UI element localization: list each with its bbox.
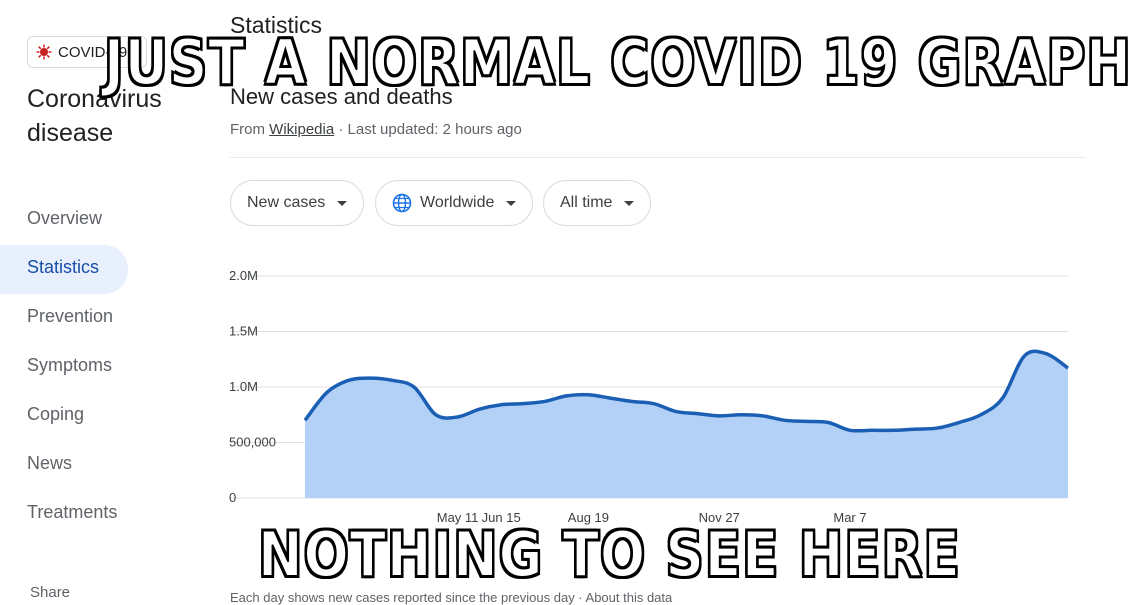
y-tick-label: 1.5M	[229, 324, 258, 339]
range-dropdown[interactable]: All time	[543, 180, 652, 226]
source-line: From Wikipedia · Last updated: 2 hours a…	[230, 121, 522, 138]
region-dropdown[interactable]: Worldwide	[375, 180, 534, 226]
footnote: Each day shows new cases reported since …	[230, 590, 673, 605]
sidebar-item-prevention[interactable]: Prevention	[0, 294, 200, 343]
meme-caption-bottom: NOTHING TO SEE HERE	[257, 517, 961, 592]
caret-down-icon	[624, 200, 635, 206]
range-dropdown-label: All time	[560, 194, 613, 211]
sidebar-nav: Overview Statistics Prevention Symptoms …	[0, 196, 200, 539]
y-tick-label: 2.0M	[229, 268, 258, 283]
sidebar-item-symptoms[interactable]: Symptoms	[0, 343, 200, 392]
meme-caption-top: JUST A NORMAL COVID 19 GRAPH	[103, 25, 1132, 100]
source-link[interactable]: Wikipedia	[269, 121, 334, 138]
cases-chart: 0500,0001.0M1.5M2.0MMay 11 Aug 19 Nov 27 Ma…	[229, 268, 1070, 525]
y-tick-label: 500,000	[229, 435, 276, 450]
globe-icon	[392, 193, 412, 213]
share-button[interactable]: Share	[30, 584, 70, 601]
virus-icon	[36, 44, 52, 60]
sidebar-item-news[interactable]: News	[0, 441, 200, 490]
divider	[230, 157, 1086, 158]
sidebar-item-treatments[interactable]: Treatments	[0, 490, 200, 539]
caret-down-icon	[337, 200, 348, 206]
sidebar-item-statistics[interactable]: Statistics	[0, 245, 128, 294]
region-dropdown-label: Worldwide	[420, 194, 495, 211]
sidebar-item-overview[interactable]: Overview	[0, 196, 200, 245]
source-prefix: From	[230, 121, 265, 138]
metric-dropdown-label: New cases	[247, 194, 326, 211]
y-tick-label: 1.0M	[229, 379, 258, 394]
y-tick-label: 0	[229, 490, 236, 505]
sidebar-item-coping[interactable]: Coping	[0, 392, 200, 441]
topic-title-line2: disease	[27, 119, 114, 147]
caret-down-icon	[506, 200, 517, 206]
source-suffix: · Last updated: 2 hours ago	[338, 121, 522, 138]
metric-dropdown[interactable]: New cases	[230, 180, 365, 226]
